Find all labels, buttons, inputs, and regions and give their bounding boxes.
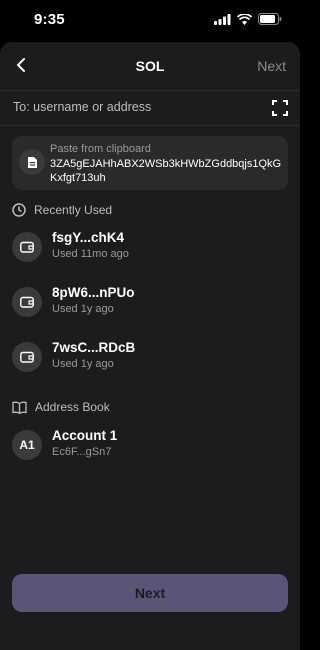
address-book-title: Address Book [35, 400, 110, 414]
wallet-icon [20, 241, 34, 253]
recent-address-last-used: Used 1y ago [52, 358, 114, 370]
clock-icon [12, 203, 26, 217]
signal-icon [214, 13, 231, 25]
clipboard-address: 3ZA5gEJAHhABX2WSb3kHWbZGddbqjs1QkGKxfgt7… [50, 158, 282, 184]
document-icon [27, 156, 37, 168]
recent-address-item[interactable]: fsgY...chK4 Used 11mo ago [12, 228, 288, 268]
wifi-icon [237, 13, 252, 25]
recently-used-header: Recently Used [12, 201, 112, 219]
recent-address-item[interactable]: 7wsC...RDcB Used 1y ago [12, 338, 288, 378]
recent-address-name: fsgY...chK4 [52, 230, 125, 245]
send-sheet: SOL Next To: username or address Paste f… [0, 42, 300, 650]
status-icons [214, 13, 282, 25]
recent-address-last-used: Used 11mo ago [52, 248, 129, 260]
address-book-item[interactable]: A1 Account 1 Ec6F...gSn7 [12, 426, 288, 466]
avatar: A1 [12, 430, 42, 460]
contact-address: Ec6F...gSn7 [52, 446, 112, 458]
recently-used-title: Recently Used [34, 203, 113, 217]
recent-address-last-used: Used 1y ago [52, 303, 114, 315]
scan-icon[interactable] [272, 100, 288, 116]
recent-address-name: 7wsC...RDcB [52, 340, 136, 355]
divider [0, 125, 300, 126]
next-button[interactable]: Next [12, 574, 288, 612]
avatar-initials: A1 [19, 438, 35, 452]
battery-icon [258, 13, 282, 25]
paste-from-clipboard[interactable]: Paste from clipboard 3ZA5gEJAHhABX2WSb3k… [12, 136, 288, 190]
nav-next-button[interactable]: Next [257, 58, 286, 74]
avatar [12, 232, 42, 262]
book-icon [12, 401, 27, 414]
status-time: 9:35 [34, 11, 65, 28]
wallet-icon [20, 351, 34, 363]
recipient-input[interactable]: To: username or address [0, 91, 300, 125]
clipboard-icon-wrap [19, 149, 45, 175]
nav-bar: SOL Next [0, 42, 300, 90]
recent-address-item[interactable]: 8pW6...nPUo Used 1y ago [12, 283, 288, 323]
recent-address-name: 8pW6...nPUo [52, 285, 135, 300]
wallet-icon [20, 296, 34, 308]
avatar [12, 342, 42, 372]
recipient-placeholder: To: username or address [13, 100, 152, 114]
page-title: SOL [135, 58, 165, 74]
address-book-header: Address Book [12, 398, 110, 416]
clipboard-label: Paste from clipboard [50, 143, 151, 155]
avatar [12, 287, 42, 317]
contact-name: Account 1 [52, 428, 118, 443]
status-bar: 9:35 [0, 0, 300, 42]
